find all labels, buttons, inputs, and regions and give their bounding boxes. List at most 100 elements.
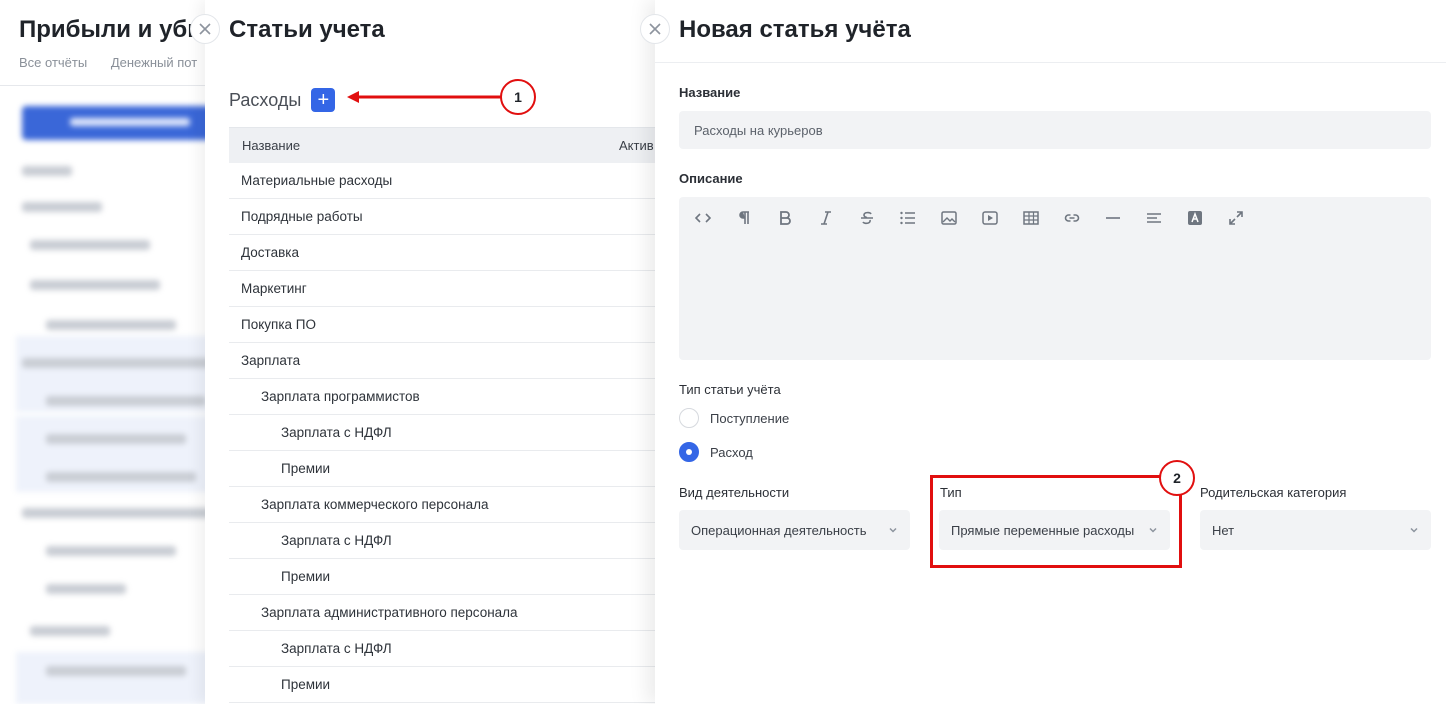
radio-expense[interactable]: Расход <box>679 442 753 462</box>
radio-button[interactable] <box>679 442 699 462</box>
text-color-icon[interactable] <box>1184 207 1206 229</box>
row-name: Материальные расходы <box>241 173 393 188</box>
description-label: Описание <box>679 171 743 186</box>
callout-1: 1 <box>500 79 536 115</box>
blurred-band <box>16 652 230 704</box>
activity-label: Вид деятельности <box>679 485 790 500</box>
blurred-report-content <box>0 100 230 704</box>
table-row[interactable]: Премии✓ <box>229 667 665 703</box>
table-row[interactable]: Премии✓ <box>229 451 665 487</box>
name-input[interactable]: Расходы на курьеров <box>679 111 1431 149</box>
select-value: Операционная деятельность <box>691 522 867 538</box>
table-row[interactable]: Доставка✓ <box>229 235 665 271</box>
type-label: Тип статьи учёта <box>679 382 781 397</box>
row-name: Зарплата коммерческого персонала <box>261 497 489 512</box>
expenses-section-header: Расходы + <box>229 88 336 112</box>
description-editor[interactable] <box>679 197 1431 360</box>
chevron-down-icon <box>884 525 898 535</box>
tab-cash-flow[interactable]: Денежный пот <box>111 55 197 70</box>
row-name: Зарплата программистов <box>261 389 420 404</box>
fullscreen-icon[interactable] <box>1225 207 1247 229</box>
new-item-panel: Новая статья учёта Название Расходы на к… <box>655 0 1446 704</box>
callout-highlight-box <box>930 475 1182 568</box>
table-icon[interactable] <box>1020 207 1042 229</box>
report-tabs: Все отчёты Денежный пот <box>19 55 217 70</box>
row-name: Премии <box>281 461 331 476</box>
blurred-row <box>46 546 176 556</box>
name-label: Название <box>679 85 741 100</box>
parent-category-label: Родительская категория <box>1200 485 1347 500</box>
radio-label: Поступление <box>710 410 790 426</box>
close-new-item-panel-button[interactable] <box>640 14 670 44</box>
blurred-row <box>46 434 186 444</box>
table-row[interactable]: Маркетинг✓ <box>229 271 665 307</box>
row-name: Доставка <box>241 245 299 260</box>
video-icon[interactable] <box>979 207 1001 229</box>
blurred-row <box>22 358 222 368</box>
table-body: Материальные расходы✓Подрядные работы✓До… <box>229 163 665 703</box>
row-name: Премии <box>281 677 331 692</box>
table-row[interactable]: Покупка ПО✓ <box>229 307 665 343</box>
radio-label: Расход <box>710 444 753 460</box>
radio-income[interactable]: Поступление <box>679 408 789 428</box>
close-icon <box>199 23 211 35</box>
row-name: Зарплата с НДФЛ <box>281 533 392 548</box>
background-report: Прибыли и убы Все отчёты Денежный пот <box>0 0 230 704</box>
paragraph-icon[interactable] <box>733 207 755 229</box>
table-row[interactable]: Зарплата✓ <box>229 343 665 379</box>
parent-category-select[interactable]: Нет <box>1200 510 1431 550</box>
select-value: Нет <box>1212 522 1235 538</box>
table-row[interactable]: Зарплата программистов✓ <box>229 379 665 415</box>
table-row[interactable]: Материальные расходы✓ <box>229 163 665 199</box>
row-name: Зарплата административного персонала <box>261 605 518 620</box>
align-icon[interactable] <box>1143 207 1165 229</box>
section-label: Расходы <box>229 89 302 110</box>
divider <box>655 62 1446 63</box>
add-item-button[interactable]: + <box>311 88 336 112</box>
blurred-row <box>46 666 186 676</box>
blurred-row <box>22 166 72 176</box>
tab-all-reports[interactable]: Все отчёты <box>19 55 87 70</box>
code-icon[interactable] <box>692 207 714 229</box>
editor-toolbar <box>692 207 1247 229</box>
table-row[interactable]: Подрядные работы✓ <box>229 199 665 235</box>
table-row[interactable]: Премии✓ <box>229 559 665 595</box>
table-header: Название Актив <box>229 127 665 163</box>
blurred-row <box>30 626 110 636</box>
column-header-name[interactable]: Название <box>229 138 619 153</box>
row-name: Маркетинг <box>241 281 307 296</box>
image-icon[interactable] <box>938 207 960 229</box>
row-name: Зарплата с НДФЛ <box>281 425 392 440</box>
radio-button[interactable] <box>679 408 699 428</box>
callout-2: 2 <box>1159 460 1195 496</box>
horizontal-rule-icon[interactable] <box>1102 207 1124 229</box>
close-accounting-panel-button[interactable] <box>190 14 220 44</box>
blurred-row <box>46 472 196 482</box>
activity-select[interactable]: Операционная деятельность <box>679 510 910 550</box>
table-row[interactable]: Зарплата с НДФЛ✓ <box>229 523 665 559</box>
bold-icon[interactable] <box>774 207 796 229</box>
callout-arrow <box>347 91 505 103</box>
blurred-row <box>22 202 102 212</box>
table-row[interactable]: Зарплата с НДФЛ✓ <box>229 415 665 451</box>
blurred-row <box>30 280 160 290</box>
blurred-header-text <box>70 118 190 126</box>
table-row[interactable]: Зарплата административного персонала✓ <box>229 595 665 631</box>
page: Прибыли и убы Все отчёты Денежный пот Ст… <box>0 0 1446 704</box>
panel-title: Новая статья учёта <box>679 16 911 43</box>
row-name: Покупка ПО <box>241 317 316 332</box>
link-icon[interactable] <box>1061 207 1083 229</box>
blurred-row <box>30 240 150 250</box>
blurred-row <box>46 396 206 406</box>
table-row[interactable]: Зарплата коммерческого персонала✓ <box>229 487 665 523</box>
strikethrough-icon[interactable] <box>856 207 878 229</box>
blurred-row <box>22 508 212 518</box>
row-name: Зарплата с НДФЛ <box>281 641 392 656</box>
close-icon <box>649 23 661 35</box>
divider <box>0 85 230 86</box>
chevron-down-icon <box>1405 525 1419 535</box>
list-icon[interactable] <box>897 207 919 229</box>
italic-icon[interactable] <box>815 207 837 229</box>
blurred-row <box>46 584 126 594</box>
table-row[interactable]: Зарплата с НДФЛ✓ <box>229 631 665 667</box>
